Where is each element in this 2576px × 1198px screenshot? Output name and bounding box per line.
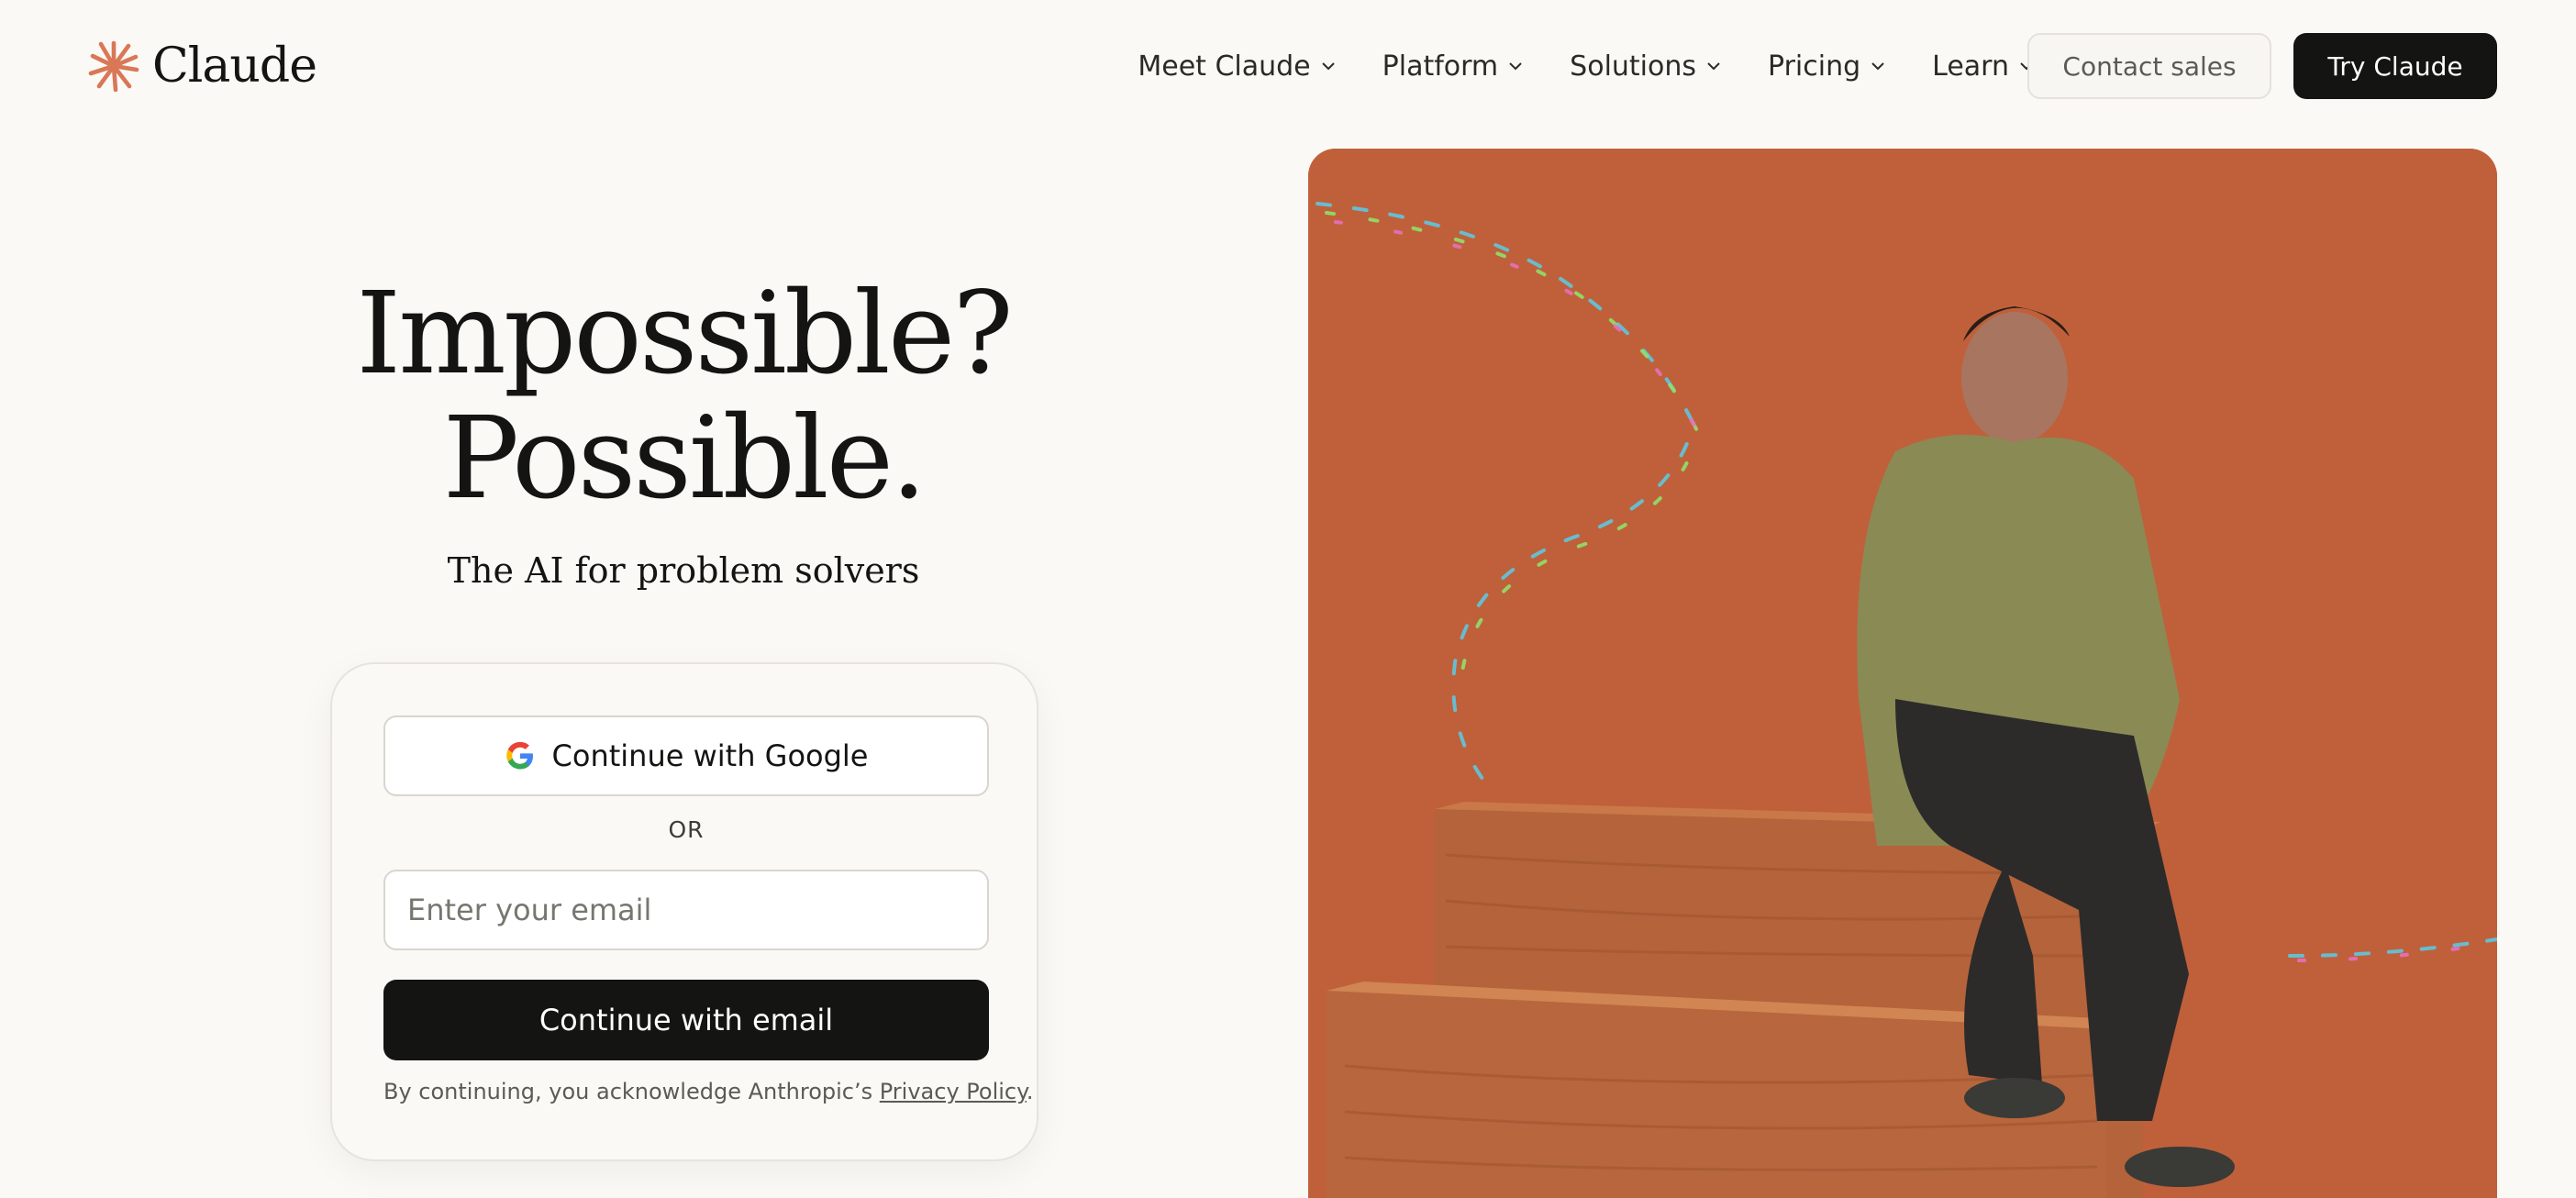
nav-item-meet-claude[interactable]: Meet Claude	[1138, 50, 1338, 83]
claude-logo[interactable]: Claude	[88, 37, 317, 95]
legal-notice: By continuing, you acknowledge Anthropic…	[383, 1079, 1034, 1104]
main-nav: Meet Claude Platform Solutions Pricing L…	[1138, 33, 2037, 99]
nav-item-label: Pricing	[1768, 50, 1861, 83]
nav-item-platform[interactable]: Platform	[1382, 50, 1527, 83]
headline-line-2: Possible.	[442, 393, 927, 525]
logo-wordmark: Claude	[152, 39, 317, 94]
nav-item-label: Meet Claude	[1138, 50, 1311, 83]
chevron-down-icon	[1871, 62, 1884, 71]
nav-item-label: Solutions	[1570, 50, 1697, 83]
chevron-down-icon	[1321, 62, 1335, 71]
nav-item-pricing[interactable]: Pricing	[1768, 50, 1888, 83]
nav-item-solutions[interactable]: Solutions	[1570, 50, 1724, 83]
contact-sales-button[interactable]: Contact sales	[2027, 33, 2271, 99]
try-claude-button[interactable]: Try Claude	[2293, 33, 2497, 99]
hero-headline: Impossible? Possible.	[165, 272, 1202, 521]
nav-item-learn[interactable]: Learn	[1932, 50, 2037, 83]
chevron-down-icon	[1509, 62, 1522, 71]
continue-with-email-button[interactable]: Continue with email	[383, 980, 989, 1060]
claude-spark-icon	[88, 40, 139, 92]
continue-with-google-button[interactable]: Continue with Google	[383, 715, 989, 796]
privacy-policy-link[interactable]: Privacy Policy	[880, 1079, 1027, 1104]
google-g-icon	[505, 741, 533, 770]
nav-item-label: Learn	[1932, 50, 2009, 83]
site-header: Claude Meet Claude Platform Solutions Pr…	[0, 0, 2576, 132]
or-divider: OR	[668, 816, 705, 843]
email-input[interactable]	[383, 870, 989, 950]
signin-card: Continue with Google OR Continue with em…	[330, 662, 1038, 1161]
nav-item-label: Platform	[1382, 50, 1499, 83]
hero-illustration	[1308, 149, 2497, 1198]
hero-subtitle: The AI for problem solvers	[447, 550, 920, 591]
hero-photo	[1308, 149, 2497, 1198]
landing-page: Claude Meet Claude Platform Solutions Pr…	[0, 0, 2576, 1198]
chevron-down-icon	[1707, 62, 1720, 71]
google-button-label: Continue with Google	[551, 738, 869, 773]
legal-suffix: .	[1026, 1079, 1034, 1104]
headline-line-1: Impossible?	[356, 268, 1013, 400]
legal-prefix: By continuing, you acknowledge Anthropic…	[383, 1079, 880, 1104]
